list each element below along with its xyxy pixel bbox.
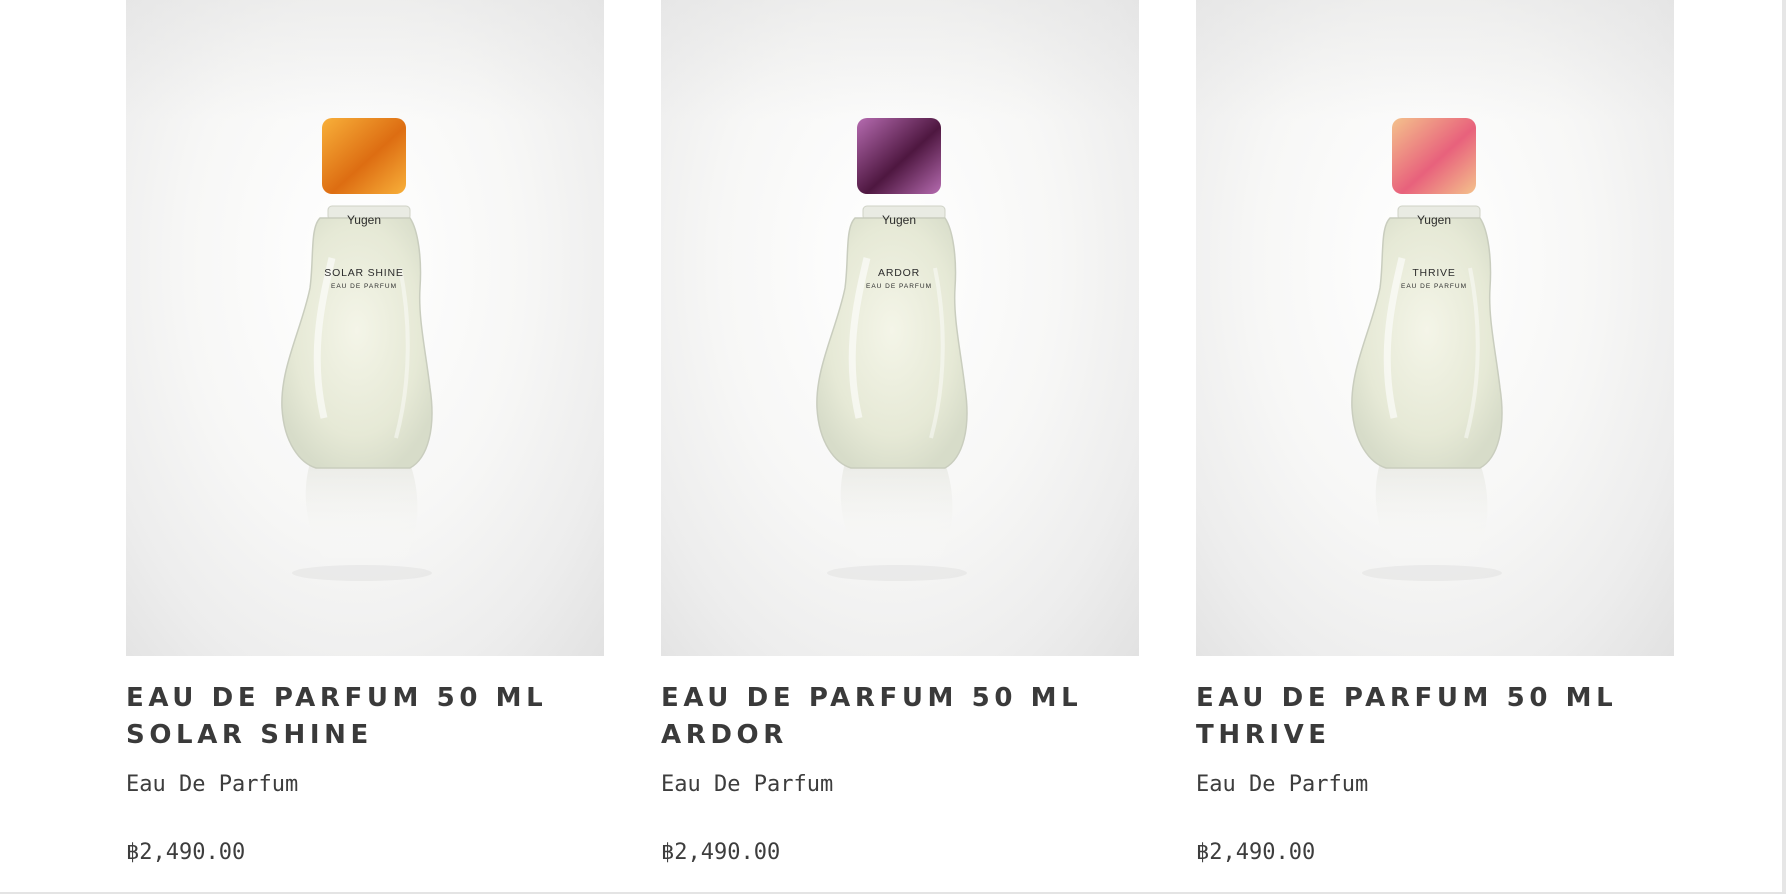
- svg-text:Yugen: Yugen: [1417, 213, 1451, 227]
- product-card[interactable]: Yugen SOLAR SHINE EAU DE PARFUM EAU DE P…: [126, 0, 604, 894]
- svg-text:THRIVE: THRIVE: [1412, 267, 1455, 279]
- product-title-line: SOLAR SHINE: [126, 720, 373, 750]
- product-title-line: THRIVE: [1196, 720, 1331, 750]
- product-price: ฿2,490.00: [661, 840, 781, 865]
- product-image[interactable]: Yugen ARDOR EAU DE PARFUM: [661, 0, 1139, 656]
- product-card[interactable]: Yugen THRIVE EAU DE PARFUM EAU DE PARFUM…: [1196, 0, 1674, 894]
- product-title[interactable]: EAU DE PARFUM 50 ML THRIVE: [1196, 680, 1674, 754]
- product-title[interactable]: EAU DE PARFUM 50 ML SOLAR SHINE: [126, 680, 604, 754]
- perfume-bottle-illustration: Yugen THRIVE EAU DE PARFUM: [1351, 118, 1503, 581]
- product-price: ฿2,490.00: [1196, 840, 1316, 865]
- perfume-bottle-illustration: Yugen ARDOR EAU DE PARFUM: [816, 118, 968, 581]
- product-subtitle: Eau De Parfum: [126, 772, 299, 797]
- svg-text:Yugen: Yugen: [882, 213, 916, 227]
- svg-text:EAU DE PARFUM: EAU DE PARFUM: [866, 283, 932, 290]
- product-card[interactable]: Yugen ARDOR EAU DE PARFUM EAU DE PARFUM …: [661, 0, 1139, 894]
- product-title[interactable]: EAU DE PARFUM 50 ML ARDOR: [661, 680, 1139, 754]
- perfume-bottle-illustration: Yugen SOLAR SHINE EAU DE PARFUM: [281, 118, 433, 581]
- svg-text:ARDOR: ARDOR: [878, 267, 920, 279]
- product-title-line: EAU DE PARFUM 50 ML: [126, 683, 548, 713]
- product-subtitle: Eau De Parfum: [661, 772, 834, 797]
- svg-text:SOLAR SHINE: SOLAR SHINE: [324, 267, 403, 279]
- svg-text:EAU DE PARFUM: EAU DE PARFUM: [331, 283, 397, 290]
- product-grid: Yugen SOLAR SHINE EAU DE PARFUM EAU DE P…: [126, 0, 1674, 894]
- scrollbar[interactable]: [1782, 0, 1786, 894]
- svg-text:Yugen: Yugen: [347, 213, 381, 227]
- svg-text:EAU DE PARFUM: EAU DE PARFUM: [1401, 283, 1467, 290]
- product-image[interactable]: Yugen THRIVE EAU DE PARFUM: [1196, 0, 1674, 656]
- product-image[interactable]: Yugen SOLAR SHINE EAU DE PARFUM: [126, 0, 604, 656]
- product-subtitle: Eau De Parfum: [1196, 772, 1369, 797]
- product-title-line: EAU DE PARFUM 50 ML: [1196, 683, 1618, 713]
- product-title-line: EAU DE PARFUM 50 ML: [661, 683, 1083, 713]
- product-price: ฿2,490.00: [126, 840, 246, 865]
- product-title-line: ARDOR: [661, 720, 788, 750]
